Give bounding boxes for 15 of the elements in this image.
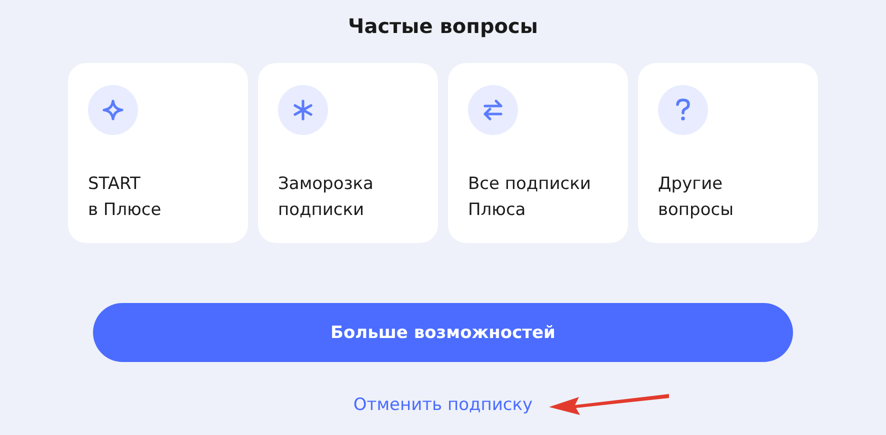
asterisk-icon <box>292 99 314 121</box>
question-icon <box>675 98 691 122</box>
section-title: Частые вопросы <box>348 13 538 40</box>
card-label: Все подписки Плюса <box>468 173 591 222</box>
card-label: Заморозка подписки <box>278 173 374 222</box>
cancel-subscription-link[interactable]: Отменить подписку <box>353 395 533 415</box>
card-label: Другие вопросы <box>658 173 734 222</box>
faq-card[interactable]: START в Плюсе <box>68 63 248 243</box>
sparkle-icon <box>102 99 124 121</box>
card-label: START в Плюсе <box>88 173 162 222</box>
faq-card[interactable]: Заморозка подписки <box>258 63 438 243</box>
more-options-button[interactable]: Больше возможностей <box>93 303 793 362</box>
faq-card[interactable]: Другие вопросы <box>638 63 818 243</box>
swap-arrows-icon <box>482 99 504 121</box>
faq-card[interactable]: Все подписки Плюса <box>448 63 628 243</box>
